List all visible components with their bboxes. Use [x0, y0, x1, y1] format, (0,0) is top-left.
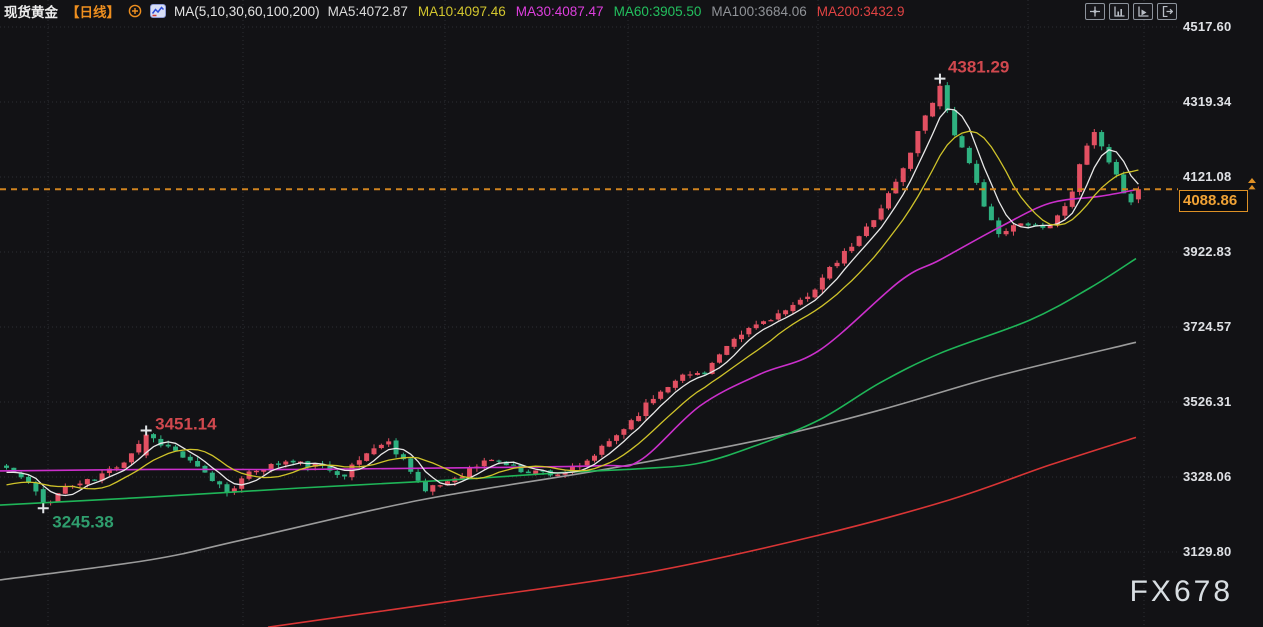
extreme-label: 3245.38	[52, 512, 113, 531]
ma-values-group: MA5:4072.87 MA10:4097.46 MA30:4087.47 MA60:…	[328, 4, 905, 19]
extreme-marker	[141, 425, 152, 435]
price-tick-label: 4121.08	[1183, 169, 1231, 184]
add-indicator-icon[interactable]	[128, 4, 142, 18]
price-tick-label: 3922.83	[1183, 244, 1231, 259]
ma-settings-label[interactable]: MA(5,10,30,60,100,200)	[174, 4, 320, 19]
price-tick-label: 3526.31	[1183, 394, 1231, 409]
auto-scale-icon[interactable]	[1133, 3, 1153, 20]
ma-value-MA60: MA60:3905.50	[614, 4, 702, 19]
period-label[interactable]: 【日线】	[66, 1, 120, 21]
current-price-badge: 4088.86	[1179, 190, 1248, 212]
price-tick-label: 4319.34	[1183, 94, 1231, 109]
chart-toolbar	[1085, 3, 1177, 20]
symbol-title: 现货黄金	[4, 1, 58, 21]
ma-line-MA60	[0, 259, 1136, 505]
ma-line-MA200	[268, 437, 1136, 627]
price-up-arrow-icon	[1245, 178, 1259, 191]
ma-value-MA10: MA10:4097.46	[418, 4, 506, 19]
extreme-marker	[38, 503, 49, 513]
extreme-marker	[934, 74, 945, 84]
crosshair-icon[interactable]	[1085, 3, 1105, 20]
ma-value-MA5: MA5:4072.87	[328, 4, 408, 19]
ma-value-MA100: MA100:3684.06	[711, 4, 806, 19]
price-scale-icon[interactable]	[1109, 3, 1129, 20]
ma-line-MA100	[0, 342, 1136, 580]
price-tick-label: 3129.80	[1183, 544, 1231, 559]
chart-header: 现货黄金 【日线】 MA(5,10,30,60,100,200) MA5:407…	[4, 2, 905, 20]
ma-value-MA30: MA30:4087.47	[516, 4, 604, 19]
price-tick-label: 4517.60	[1183, 19, 1231, 34]
chart-type-icon[interactable]	[150, 4, 166, 18]
ma-value-MA200: MA200:3432.9	[817, 4, 905, 19]
current-price-value: 4088.86	[1183, 192, 1237, 209]
price-axis[interactable]: 4517.60 4319.34 4121.08 3922.83 3724.57 3526.…	[1180, 0, 1263, 627]
price-tick-label: 3724.57	[1183, 319, 1231, 334]
ma-line-MA5	[7, 109, 1139, 496]
extreme-label: 3451.14	[155, 414, 217, 433]
extreme-label: 4381.29	[948, 58, 1009, 77]
price-tick-label: 3328.06	[1183, 469, 1231, 484]
trading-chart-window: 4381.29 3451.14 3245.38 现货黄金 【日线】 MA(5,10,…	[0, 0, 1263, 627]
ma-line-MA10	[7, 131, 1139, 489]
collapse-panel-icon[interactable]	[1157, 3, 1177, 20]
candlestick-chart-canvas[interactable]: 4381.29 3451.14 3245.38	[0, 0, 1263, 627]
